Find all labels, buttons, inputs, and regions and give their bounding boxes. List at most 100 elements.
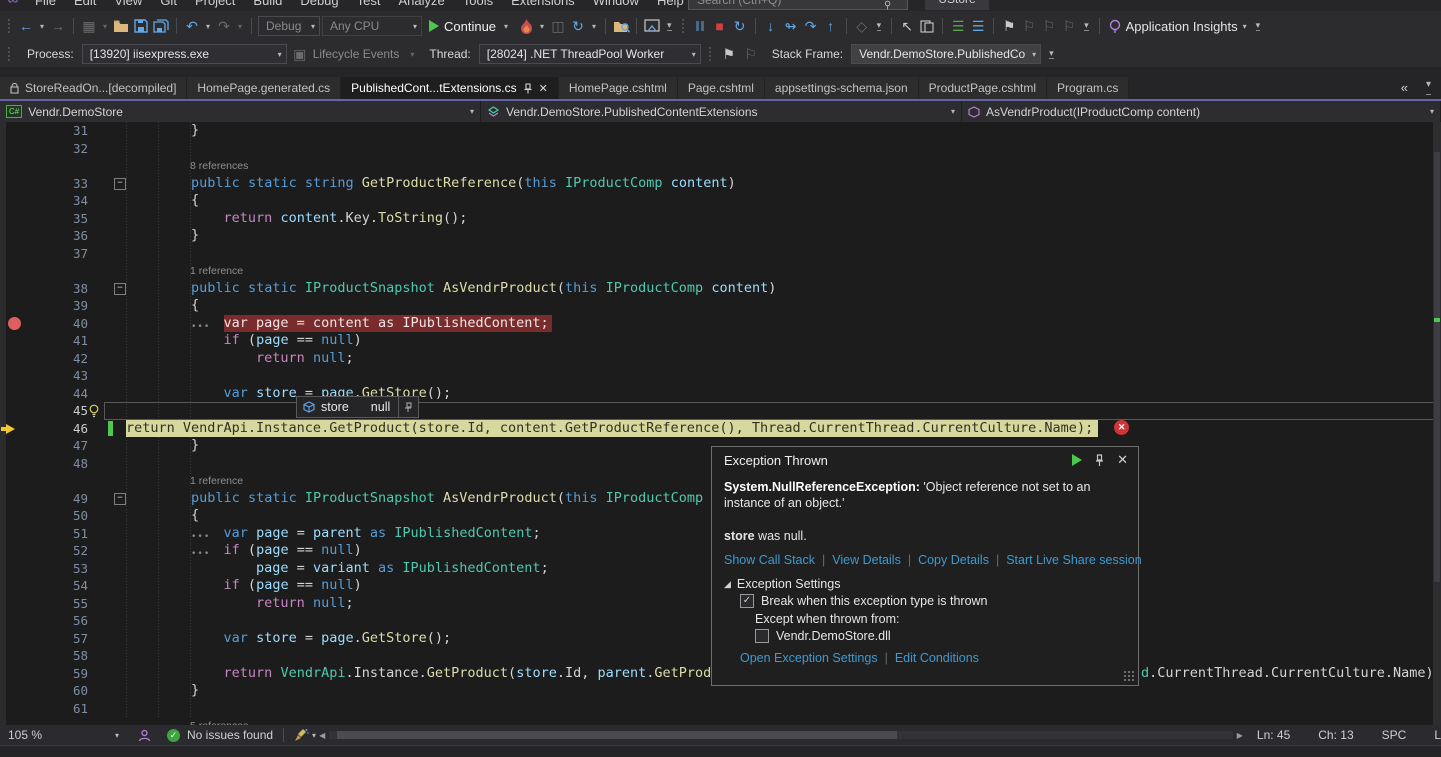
glyph-margin[interactable] — [0, 542, 30, 560]
parallel-stacks-icon[interactable]: ☰ — [969, 15, 987, 37]
glyph-margin[interactable] — [0, 525, 30, 543]
menu-extensions[interactable]: Extensions — [502, 0, 584, 8]
hot-reload-caret[interactable]: ▾ — [537, 22, 547, 31]
glyph-margin[interactable] — [0, 472, 30, 490]
glyph-margin[interactable] — [0, 665, 30, 683]
glyph-margin[interactable] — [0, 647, 30, 665]
continue-execution-icon[interactable] — [1071, 454, 1082, 466]
bookmark-overflow-button[interactable]: ▾ — [1084, 21, 1089, 31]
lifecycle-events-button[interactable]: Lifecycle Events — [313, 47, 400, 61]
debugger-datatip[interactable]: store null — [296, 396, 419, 418]
glyph-margin[interactable] — [0, 490, 30, 508]
restart-caret[interactable]: ▾ — [589, 22, 599, 31]
horizontal-scrollbar[interactable] — [329, 730, 1233, 740]
codelens-references-link[interactable]: 8 references — [126, 160, 248, 172]
glyph-margin[interactable] — [0, 315, 30, 333]
code-line-45[interactable]: 45 — [0, 402, 1441, 420]
glyph-margin[interactable] — [0, 612, 30, 630]
solution-button[interactable]: UStore — [925, 0, 989, 10]
link-edit-conditions[interactable]: Edit Conditions — [895, 651, 979, 665]
link-view-details[interactable]: View Details — [832, 553, 901, 567]
show-threads-button[interactable] — [918, 15, 936, 37]
debug-toolbar-overflow-button[interactable]: ▾ — [877, 21, 882, 31]
open-file-button[interactable] — [112, 15, 130, 37]
code-editor[interactable]: 31}328 references33−public static string… — [0, 122, 1441, 725]
insights-overflow-button[interactable]: ▾ — [1256, 21, 1261, 31]
link-copy-details[interactable]: Copy Details — [918, 553, 989, 567]
code-text[interactable]: { — [126, 297, 1441, 315]
code-text[interactable] — [126, 367, 1441, 385]
code-line-39[interactable]: 39{ — [0, 297, 1441, 315]
exception-settings-expander[interactable]: ◢Exception Settings — [724, 577, 840, 591]
tab-list-dropdown-icon[interactable]: ▾ — [1426, 80, 1431, 95]
code-text[interactable] — [126, 140, 1441, 158]
glyph-margin[interactable] — [0, 367, 30, 385]
project-dropdown[interactable]: C# Vendr.DemoStore▾ — [0, 101, 481, 122]
code-text[interactable] — [126, 700, 1441, 718]
glyph-margin[interactable] — [0, 402, 30, 420]
menu-window[interactable]: Window — [584, 0, 648, 8]
glyph-margin[interactable] — [0, 507, 30, 525]
stack-frame-dropdown[interactable]: Vendr.DemoStore.PublishedContentExten▾ — [851, 44, 1041, 64]
redo-caret[interactable]: ▾ — [235, 22, 245, 31]
zoom-level-dropdown[interactable]: 105 %▾ — [8, 728, 138, 742]
scroll-right-arrow[interactable]: ▶ — [1237, 731, 1243, 740]
glyph-margin[interactable] — [0, 192, 30, 210]
search-input[interactable]: Search (Ctrl+Q) — [688, 0, 908, 10]
scrollbar-thumb[interactable] — [1434, 152, 1440, 582]
toolbar-drag-handle[interactable] — [708, 46, 713, 62]
step-over-button[interactable]: ↬ — [782, 15, 800, 37]
code-text[interactable]: } — [126, 122, 1441, 140]
unchecked-checkbox[interactable] — [755, 629, 769, 643]
code-cleanup-icon[interactable] — [294, 728, 309, 742]
tab-program-cs[interactable]: Program.cs — [1047, 77, 1129, 99]
apply-code-changes-button[interactable]: ◫ — [549, 15, 567, 37]
navigate-forward-button[interactable]: → — [49, 15, 67, 37]
pin-popup-icon[interactable] — [1094, 454, 1105, 466]
codelens-row[interactable]: 8 references — [0, 157, 1441, 175]
menu-debug[interactable]: Debug — [291, 0, 347, 8]
vertical-scrollbar[interactable] — [1433, 122, 1441, 725]
lightbulb-icon[interactable] — [88, 404, 100, 417]
browse-with-button[interactable] — [612, 15, 630, 37]
module-exclude-row[interactable]: Vendr.DemoStore.dll — [755, 629, 891, 643]
solution-config-dropdown[interactable]: Debug▾ — [258, 16, 320, 36]
lifecycle-events-caret[interactable]: ▾ — [407, 50, 417, 59]
glyph-margin[interactable] — [0, 350, 30, 368]
glyph-margin[interactable] — [0, 560, 30, 578]
menu-build[interactable]: Build — [244, 0, 291, 8]
redo-button[interactable]: ↷ — [215, 15, 233, 37]
code-text[interactable]: 5 references — [126, 717, 1441, 725]
code-line-44[interactable]: 44var store = page.GetStore(); — [0, 385, 1441, 403]
stop-debugging-button[interactable]: ■ — [711, 15, 729, 37]
save-button[interactable] — [132, 15, 150, 37]
show-next-statement-button[interactable]: ↖ — [898, 15, 916, 37]
menu-tools[interactable]: Tools — [454, 0, 502, 8]
live-share-icon[interactable] — [138, 729, 151, 742]
bookmark-toggle-button[interactable]: ⚑ — [1000, 15, 1018, 37]
code-line-40[interactable]: 40var page = content as IPublishedConten… — [0, 315, 1441, 333]
glyph-margin[interactable] — [0, 630, 30, 648]
breakpoint-icon[interactable] — [8, 317, 21, 330]
break-all-button[interactable] — [691, 15, 709, 37]
code-line-32[interactable]: 32 — [0, 140, 1441, 158]
undo-button[interactable]: ↶ — [183, 15, 201, 37]
code-cleanup-caret[interactable]: ▾ — [309, 731, 319, 740]
code-text[interactable]: return content.Key.ToString(); — [126, 210, 1441, 228]
glyph-margin[interactable] — [0, 717, 30, 725]
toolbar-drag-handle[interactable] — [7, 46, 12, 62]
glyph-margin[interactable] — [0, 420, 30, 438]
scroll-left-arrow[interactable]: ◀ — [319, 731, 325, 740]
show-threads-in-source-button[interactable]: ⚑ — [720, 43, 738, 65]
code-line-34[interactable]: 34{ — [0, 192, 1441, 210]
code-text[interactable]: return VendrApi.Instance.GetProduct(stor… — [126, 420, 1441, 438]
code-text[interactable]: var page = content as IPublishedContent;… — [126, 315, 1441, 333]
application-insights-caret[interactable]: ▾ — [1240, 22, 1250, 31]
step-into-button[interactable]: ↓ — [762, 15, 780, 37]
menu-test[interactable]: Test — [348, 0, 390, 8]
new-item-caret[interactable]: ▾ — [100, 22, 110, 31]
type-dropdown[interactable]: Vendr.DemoStore.PublishedContentExtensio… — [481, 101, 962, 122]
toolbar-drag-handle[interactable] — [681, 18, 686, 34]
hscrollbar-thumb[interactable] — [337, 731, 897, 739]
link-open-exception-settings[interactable]: Open Exception Settings — [740, 651, 878, 665]
